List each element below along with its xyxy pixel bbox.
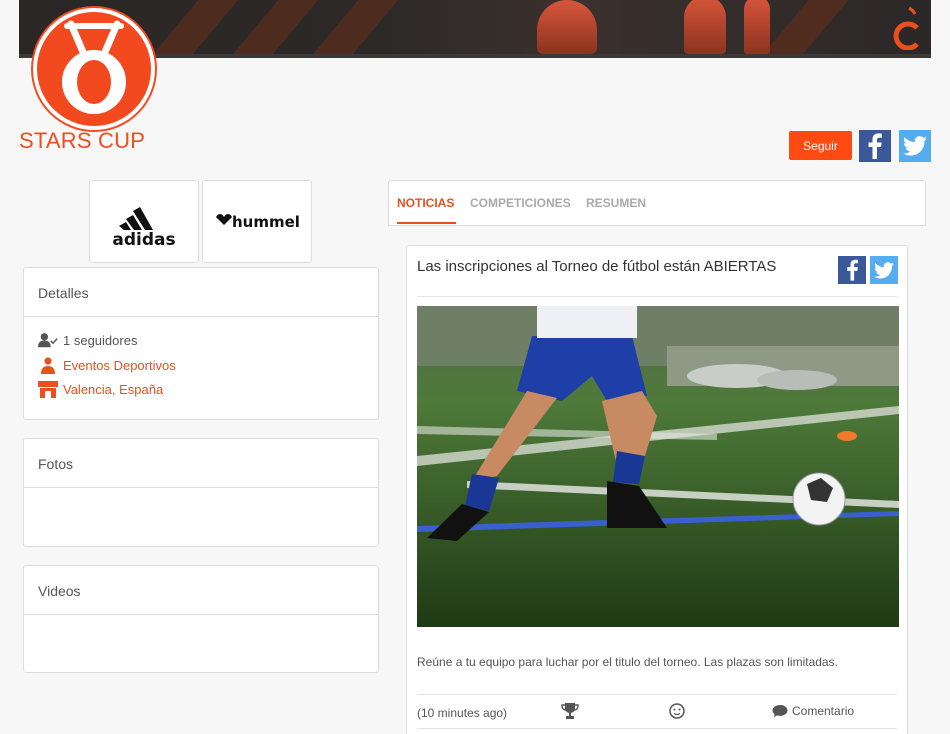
store-icon <box>38 380 58 398</box>
divider <box>417 694 897 695</box>
banner-runner <box>684 0 726 54</box>
photos-heading: Fotos <box>24 439 378 488</box>
content-tabs: NOTICIAS COMPETICIONES RESUMEN <box>388 180 926 226</box>
comment-button[interactable]: Comentario <box>772 704 854 718</box>
facebook-icon <box>846 259 858 281</box>
followers-count: 1 seguidores <box>63 332 138 348</box>
svg-text:hummel: hummel <box>232 213 300 231</box>
trophy-icon[interactable] <box>561 702 579 720</box>
photos-panel: Fotos <box>23 438 379 547</box>
post-timestamp: (10 minutes ago) <box>417 706 508 720</box>
videos-heading: Videos <box>24 566 378 615</box>
location-row[interactable]: Valencia, España <box>38 380 163 398</box>
adidas-logo: adidas <box>112 206 176 248</box>
svg-text:adidas: adidas <box>112 230 175 248</box>
tab-competiciones[interactable]: COMPETICIONES <box>470 196 571 210</box>
follow-button[interactable]: Seguir <box>789 131 852 160</box>
post-image[interactable] <box>417 306 899 627</box>
post-twitter-share-button[interactable] <box>870 256 898 284</box>
details-heading: Detalles <box>24 268 378 317</box>
medal-icon <box>62 20 126 114</box>
smiley-icon[interactable] <box>668 702 686 720</box>
details-panel: Detalles 1 seguidores Eventos Deportivos… <box>23 267 379 420</box>
cover-banner <box>19 0 931 58</box>
person-icon <box>38 356 58 374</box>
club-logo <box>33 8 155 130</box>
news-post: Las inscripciones al Torneo de fútbol es… <box>406 245 908 734</box>
category-row[interactable]: Eventos Deportivos <box>38 356 176 374</box>
facebook-share-button[interactable] <box>859 130 891 162</box>
banner-runner <box>744 0 770 54</box>
sponsor-hummel[interactable]: hummel <box>202 180 312 263</box>
twitter-icon <box>874 261 894 278</box>
post-body: Reúne a tu equipo para luchar por el tit… <box>417 655 838 669</box>
soccer-player-photo <box>417 306 899 627</box>
followers-row: 1 seguidores <box>38 331 137 349</box>
facebook-icon <box>868 133 882 159</box>
comment-label: Comentario <box>792 704 855 718</box>
divider <box>417 296 897 297</box>
divider <box>417 728 897 729</box>
category-link[interactable]: Eventos Deportivos <box>63 358 176 373</box>
location-link[interactable]: Valencia, España <box>63 382 163 397</box>
tab-resumen[interactable]: RESUMEN <box>586 196 646 210</box>
active-tab-indicator <box>397 222 456 224</box>
videos-panel: Videos <box>23 565 379 673</box>
twitter-share-button[interactable] <box>899 130 931 162</box>
tab-noticias[interactable]: NOTICIAS <box>397 196 454 210</box>
twitter-icon <box>903 136 927 156</box>
banner-runner <box>537 0 597 54</box>
post-facebook-share-button[interactable] <box>838 256 866 284</box>
post-title[interactable]: Las inscripciones al Torneo de fútbol es… <box>417 258 776 275</box>
comment-icon <box>772 705 788 717</box>
user-check-icon <box>38 331 58 349</box>
club-title: STARS CUP <box>19 128 146 153</box>
hummel-logo: hummel <box>216 213 300 231</box>
sponsor-adidas[interactable]: adidas <box>89 180 199 263</box>
banner-logo-icon <box>893 6 919 50</box>
